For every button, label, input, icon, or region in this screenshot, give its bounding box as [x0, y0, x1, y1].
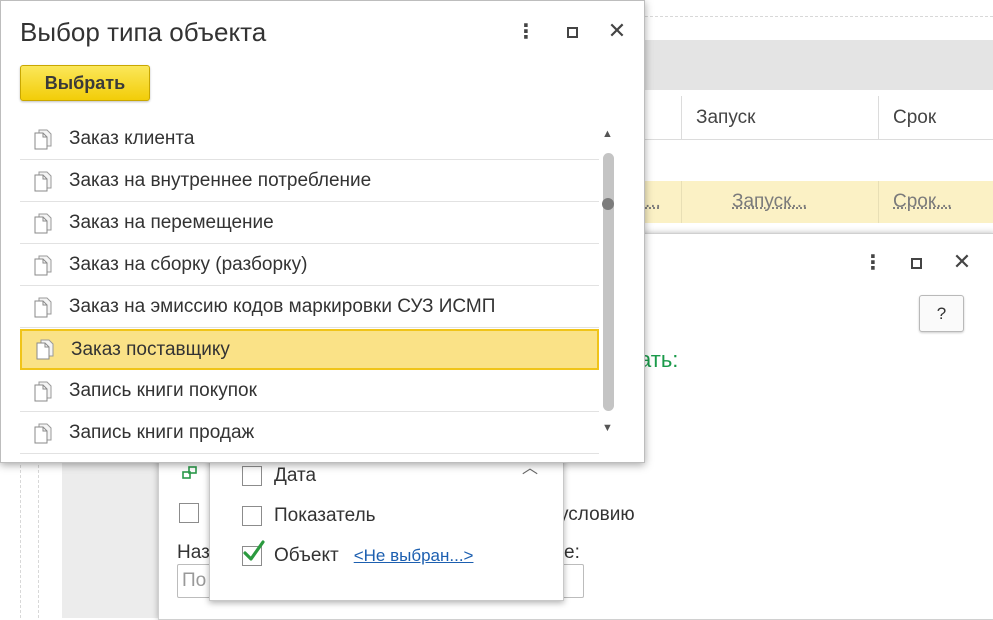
help-button[interactable]: ?	[919, 295, 964, 332]
cell-link-launch[interactable]: Запуск...	[681, 181, 878, 223]
field-dropdown: ︿ Дата Показатель Объект <Не выбран...>	[209, 443, 564, 601]
document-icon	[34, 381, 52, 401]
dropdown-item-label: Показатель	[274, 505, 376, 526]
column-header-launch[interactable]: Запуск	[681, 96, 894, 139]
document-icon	[34, 255, 52, 275]
list-item[interactable]: Заказ на сборку (разборку)	[20, 245, 599, 286]
list-item[interactable]: Заказ клиента	[20, 119, 599, 160]
maximize-icon[interactable]	[560, 20, 584, 44]
dropdown-item-label: Объект	[274, 545, 339, 566]
choose-button[interactable]: Выбрать	[20, 65, 150, 101]
object-type-list: Заказ клиента Заказ на внутреннее потребл…	[20, 119, 599, 456]
list-item-label: Заказ поставщику	[71, 338, 230, 360]
list-item-label: Заказ клиента	[69, 128, 195, 149]
close-icon[interactable]: ✕	[605, 19, 629, 43]
dropdown-item-date[interactable]: Дата	[242, 464, 316, 488]
more-vertical-icon[interactable]: ⋮	[514, 20, 538, 44]
object-type-dialog: Выбор типа объекта ⋮ ✕ Выбрать Заказ кли…	[0, 0, 645, 463]
column-header-deadline[interactable]: Срок	[878, 96, 993, 139]
checkmark-icon	[243, 540, 265, 561]
divider	[20, 460, 21, 618]
condition-label: условию	[559, 504, 635, 525]
list-item-label: Заказ на внутреннее потребление	[69, 170, 372, 191]
list-item[interactable]: Заказ на перемещение	[20, 203, 599, 244]
document-icon	[34, 171, 52, 191]
list-item-label: Заказ на сборку (разборку)	[69, 254, 308, 275]
close-icon[interactable]: ✕	[950, 250, 974, 274]
dialog-title: Выбор типа объекта	[20, 17, 267, 47]
document-icon	[36, 339, 54, 360]
list-item[interactable]: Заказ на эмиссию кодов маркировки СУЗ ИС…	[20, 287, 599, 328]
link-icon[interactable]	[182, 466, 198, 480]
divider	[38, 460, 39, 618]
divider	[645, 16, 993, 17]
document-icon	[34, 213, 52, 233]
checkbox[interactable]	[242, 506, 262, 526]
scrollbar-position-marker[interactable]	[602, 198, 614, 210]
condition-checkbox[interactable]	[179, 503, 199, 523]
list-item-label: Заказ на эмиссию кодов маркировки СУЗ ИС…	[69, 296, 496, 317]
name-label: Наз	[177, 542, 210, 563]
dropdown-item-object[interactable]: Объект <Не выбран...>	[242, 540, 474, 568]
list-item-label: Запись книги покупок	[69, 380, 257, 401]
list-item[interactable]: Запись книги покупок	[20, 371, 599, 412]
document-icon	[34, 129, 52, 149]
list-item[interactable]: Заказ на внутреннее потребление	[20, 161, 599, 202]
object-select-link[interactable]: <Не выбран...>	[354, 546, 474, 566]
list-item-label: Запись книги продаж	[69, 422, 255, 443]
dropdown-item-label: Дата	[274, 465, 317, 486]
document-icon	[34, 423, 52, 443]
list-item[interactable]: Запись книги продаж	[20, 413, 599, 454]
scroll-up-icon[interactable]: ▲	[602, 128, 613, 140]
cell-link-deadline[interactable]: Срок...	[878, 181, 993, 223]
side-panel	[62, 440, 158, 618]
table-row[interactable]: ... Запуск... Срок...	[645, 181, 993, 223]
toolbar-area	[645, 40, 993, 90]
more-vertical-icon[interactable]: ⋮	[861, 251, 885, 275]
maximize-icon[interactable]	[904, 251, 928, 275]
scrollbar-thumb[interactable]	[603, 153, 614, 411]
checkbox[interactable]	[242, 466, 262, 486]
table-header: Запуск Срок	[645, 96, 993, 140]
list-item[interactable]: Заказ поставщику	[20, 329, 599, 370]
document-icon	[34, 297, 52, 317]
dropdown-item-indicator[interactable]: Показатель	[242, 504, 376, 528]
field-label: е:	[564, 542, 580, 563]
checkbox-checked[interactable]	[242, 540, 265, 566]
list-item-label: Заказ на перемещение	[69, 212, 274, 233]
scroll-down-icon[interactable]: ▼	[602, 422, 613, 434]
cell-link[interactable]: ...	[645, 181, 675, 223]
